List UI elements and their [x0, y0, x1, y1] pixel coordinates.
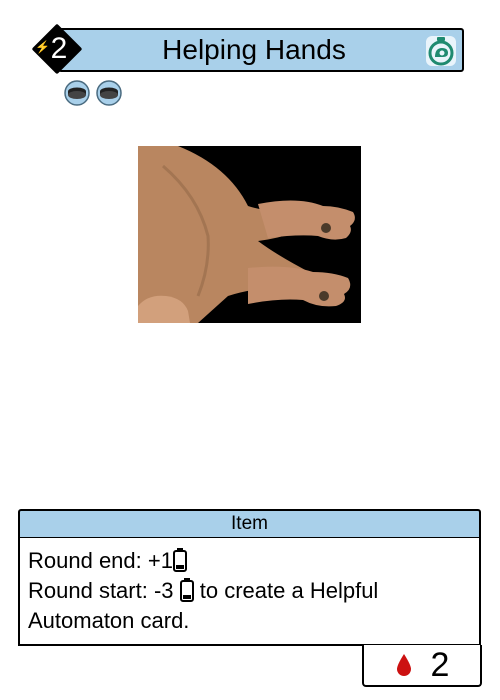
energy-cost-value: 2: [50, 32, 68, 65]
card-art: [138, 146, 361, 323]
gem-token-icon: [96, 80, 122, 106]
rules-line-round-end: Round end: +1: [28, 546, 473, 576]
token-row: [62, 80, 124, 106]
energy-bolt-icon: ⚡: [35, 40, 50, 54]
battery-icon: [179, 578, 194, 602]
card-title: Helping Hands: [162, 34, 346, 65]
rules-line-round-start: Round start: -3 to create a Helpful Auto…: [28, 576, 473, 636]
blood-cost-value: 2: [430, 645, 450, 684]
rules-line2-text: Round start: -3: [28, 578, 174, 603]
battery-icon: [172, 548, 187, 572]
rules-text: Round end: +1 Round start: -3 to create …: [18, 538, 481, 646]
speed-snail-icon: [426, 36, 456, 66]
blood-cost-box: 2: [362, 645, 482, 687]
title-bar: Helping Hands: [58, 28, 464, 72]
card-type: Item: [18, 509, 481, 539]
blood-drop-icon: [396, 654, 411, 676]
gem-token-icon: [64, 80, 90, 106]
energy-cost-badge: ⚡ 2: [31, 23, 83, 75]
rules-line1-text: Round end: +1: [28, 548, 173, 573]
